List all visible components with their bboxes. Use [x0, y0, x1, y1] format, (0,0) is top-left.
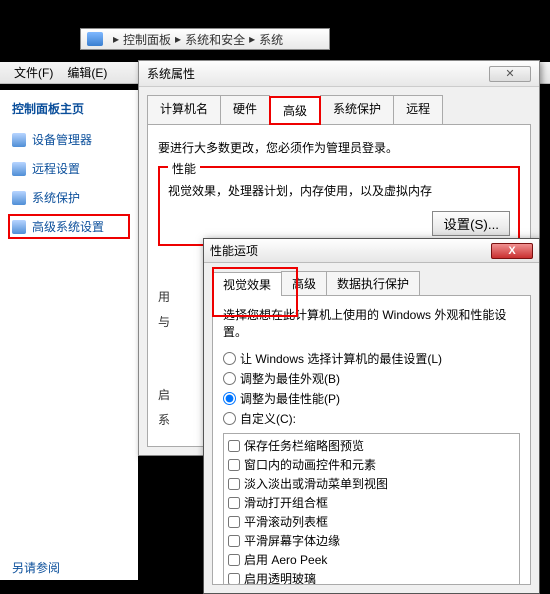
effect-label: 平滑滚动列表框: [244, 513, 328, 530]
perf-tabs: 视觉效果 高级 数据执行保护: [204, 263, 539, 295]
tab-visual-effects[interactable]: 视觉效果: [212, 272, 282, 296]
tab-dep[interactable]: 数据执行保护: [326, 271, 420, 295]
perf-desc: 选择您想在此计算机上使用的 Windows 外观和性能设置。: [223, 306, 520, 340]
effect-checkbox[interactable]: [228, 554, 240, 566]
perf-titlebar[interactable]: 性能运项 X: [204, 239, 539, 263]
visual-effects-list[interactable]: 保存任务栏缩略图预览窗口内的动画控件和元素淡入淡出或滑动菜单到视图滑动打开组合框…: [223, 433, 520, 585]
effect-checkbox-row[interactable]: 启用透明玻璃: [226, 569, 517, 585]
perf-title: 性能运项: [210, 242, 258, 259]
effect-label: 淡入淡出或滑动菜单到视图: [244, 475, 388, 492]
leftnav-title[interactable]: 控制面板主页: [12, 100, 126, 117]
effect-label: 启用 Aero Peek: [244, 551, 327, 568]
tab-perf-advanced[interactable]: 高级: [281, 271, 327, 295]
effect-checkbox-row[interactable]: 平滑屏幕字体边缘: [226, 531, 517, 550]
nav-label: 系统保护: [32, 189, 80, 206]
sysprop-tabs: 计算机名 硬件 高级 系统保护 远程: [139, 87, 539, 124]
bc-c[interactable]: 系统: [259, 31, 283, 48]
radio-label: 自定义(C):: [240, 410, 296, 427]
bc-b[interactable]: 系统和安全: [185, 31, 245, 48]
nav-label: 设备管理器: [32, 131, 92, 148]
effect-checkbox[interactable]: [228, 535, 240, 547]
perf-settings-button[interactable]: 设置(S)...: [432, 211, 510, 236]
effect-checkbox[interactable]: [228, 573, 240, 585]
sysprop-title: 系统属性: [147, 65, 195, 82]
menu-edit[interactable]: 编辑(E): [67, 64, 107, 81]
see-also: 另请参阅: [12, 559, 126, 576]
effect-label: 启用透明玻璃: [244, 570, 316, 585]
shield-icon: [12, 162, 26, 176]
radio-input[interactable]: [223, 352, 236, 365]
sysprop-titlebar[interactable]: 系统属性 ✕: [139, 61, 539, 87]
effect-checkbox-row[interactable]: 保存任务栏缩略图预览: [226, 436, 517, 455]
perf-body: 选择您想在此计算机上使用的 Windows 外观和性能设置。 让 Windows…: [212, 295, 531, 585]
effect-checkbox-row[interactable]: 启用 Aero Peek: [226, 550, 517, 569]
effect-checkbox-row[interactable]: 淡入淡出或滑动菜单到视图: [226, 474, 517, 493]
breadcrumb[interactable]: ▸ 控制面板 ▸ 系统和安全 ▸ 系统: [80, 28, 330, 50]
radio-best-performance[interactable]: 调整为最佳性能(P): [223, 390, 520, 407]
tab-remote[interactable]: 远程: [393, 95, 443, 124]
shield-icon: [12, 133, 26, 147]
effect-checkbox[interactable]: [228, 478, 240, 490]
radio-custom[interactable]: 自定义(C):: [223, 410, 520, 427]
bc-sep: ▸: [113, 32, 119, 46]
bc-a[interactable]: 控制面板: [123, 31, 171, 48]
tab-system-protect[interactable]: 系统保护: [320, 95, 394, 124]
radio-input[interactable]: [223, 372, 236, 385]
tab-computer-name[interactable]: 计算机名: [147, 95, 221, 124]
nav-label: 远程设置: [32, 160, 80, 177]
radio-auto[interactable]: 让 Windows 选择计算机的最佳设置(L): [223, 350, 520, 367]
bc-sep: ▸: [175, 32, 181, 46]
perf-group-desc: 视觉效果，处理器计划，内存使用，以及虚拟内存: [168, 182, 510, 199]
left-nav: 控制面板主页 设备管理器 远程设置 系统保护 高级系统设置 另请参阅: [0, 90, 138, 580]
close-button[interactable]: X: [491, 243, 533, 259]
bc-sep: ▸: [249, 32, 255, 46]
nav-label: 高级系统设置: [32, 218, 104, 235]
nav-system-protect[interactable]: 系统保护: [12, 189, 126, 206]
performance-options-dialog: 性能运项 X 视觉效果 高级 数据执行保护 选择您想在此计算机上使用的 Wind…: [203, 238, 540, 594]
admin-note: 要进行大多数更改，您必须作为管理员登录。: [158, 139, 520, 156]
effect-label: 平滑屏幕字体边缘: [244, 532, 340, 549]
radio-label: 让 Windows 选择计算机的最佳设置(L): [240, 350, 442, 367]
performance-group: 性能 视觉效果，处理器计划，内存使用，以及虚拟内存 设置(S)...: [158, 166, 520, 246]
perf-group-title: 性能: [168, 160, 200, 177]
effect-checkbox-row[interactable]: 平滑滚动列表框: [226, 512, 517, 531]
tab-hardware[interactable]: 硬件: [220, 95, 270, 124]
nav-advanced-system[interactable]: 高级系统设置: [8, 214, 130, 239]
radio-input[interactable]: [223, 412, 236, 425]
effect-checkbox[interactable]: [228, 459, 240, 471]
radio-label: 调整为最佳性能(P): [240, 390, 340, 407]
nav-device-manager[interactable]: 设备管理器: [12, 131, 126, 148]
shield-icon: [12, 220, 26, 234]
effect-label: 窗口内的动画控件和元素: [244, 456, 376, 473]
nav-remote-settings[interactable]: 远程设置: [12, 160, 126, 177]
computer-icon: [87, 32, 103, 46]
radio-best-appearance[interactable]: 调整为最佳外观(B): [223, 370, 520, 387]
close-button[interactable]: ✕: [489, 66, 531, 82]
effect-label: 滑动打开组合框: [244, 494, 328, 511]
effect-label: 保存任务栏缩略图预览: [244, 437, 364, 454]
effect-checkbox[interactable]: [228, 497, 240, 509]
effect-checkbox-row[interactable]: 滑动打开组合框: [226, 493, 517, 512]
radio-input[interactable]: [223, 392, 236, 405]
radio-label: 调整为最佳外观(B): [240, 370, 340, 387]
menu-file[interactable]: 文件(F): [14, 64, 53, 81]
tab-advanced[interactable]: 高级: [269, 96, 321, 125]
effect-checkbox-row[interactable]: 窗口内的动画控件和元素: [226, 455, 517, 474]
shield-icon: [12, 191, 26, 205]
effect-checkbox[interactable]: [228, 516, 240, 528]
effect-checkbox[interactable]: [228, 440, 240, 452]
